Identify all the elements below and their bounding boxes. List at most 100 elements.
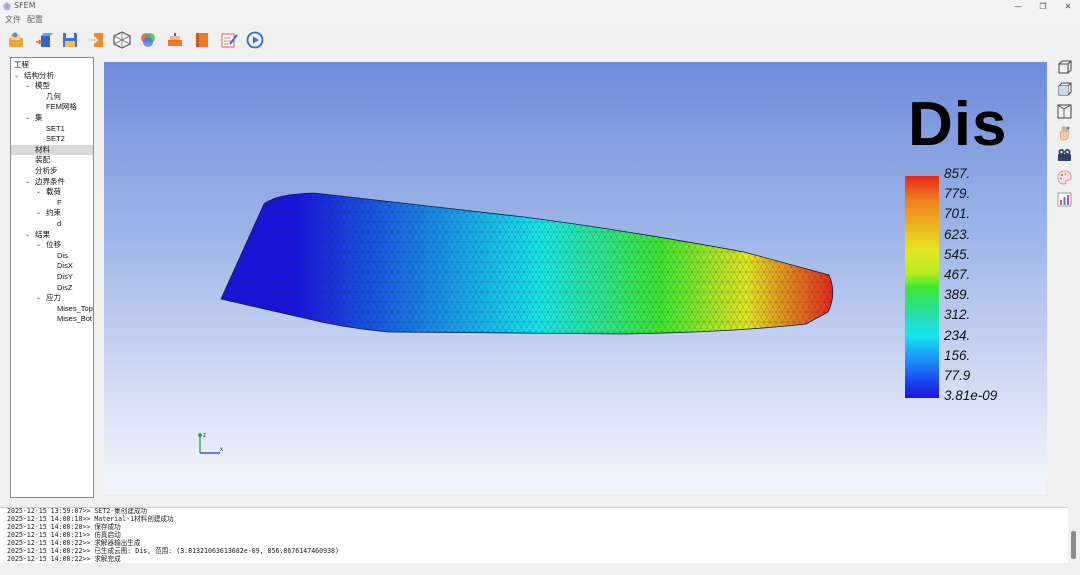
log-scroll-thumb[interactable] xyxy=(1071,531,1076,559)
tree-item[interactable]: DisZ xyxy=(11,283,93,293)
export-button[interactable] xyxy=(86,30,106,50)
view-front-cube-icon xyxy=(1058,60,1072,74)
edit-button[interactable] xyxy=(219,30,239,50)
tree-item[interactable]: SET1 xyxy=(11,124,93,134)
tree-item-label: 应力 xyxy=(46,293,61,303)
log-scrollbar[interactable] xyxy=(1068,507,1080,563)
status-bar xyxy=(0,563,1080,575)
log-line: 2025-12-15 14:00:22>> 求解器输出生成 xyxy=(7,539,141,547)
view-front-button[interactable] xyxy=(1056,59,1073,76)
tree-item[interactable]: ⌄ 结果 xyxy=(11,230,93,240)
mesh-wireframe-overlay xyxy=(221,193,833,334)
tree-item-label: 装配 xyxy=(35,155,50,165)
tree-item-label: d xyxy=(57,219,62,228)
save-icon xyxy=(63,33,77,47)
chart-button[interactable] xyxy=(1056,191,1073,208)
tree-item[interactable]: SET2 xyxy=(11,134,93,144)
view-iso-cube-icon xyxy=(1058,82,1072,96)
tree-item[interactable]: 分析步 xyxy=(11,166,93,176)
tree-expand-icon[interactable]: ⌄ xyxy=(25,113,30,123)
tree-item[interactable]: ⌄ 应力 xyxy=(11,293,93,303)
tree-expand-icon[interactable]: ⌄ xyxy=(36,240,41,250)
tree-item[interactable]: d xyxy=(11,219,93,229)
sets-button[interactable] xyxy=(138,30,158,50)
log-line: 2025-12-15 14:00:21>> 仿真启动 xyxy=(7,531,121,539)
camera-button[interactable] xyxy=(1056,147,1073,164)
app-logo-icon xyxy=(3,2,11,10)
model-tree[interactable]: 工程 ⌄ 结构分析 ⌄ 模型 几何 FEM网格 ⌄ 集 SET1 SET2 材料 装配 分析步 ⌄ 边界条件 ⌄… xyxy=(10,57,94,498)
legend-tick-label: 857. xyxy=(944,166,971,181)
material-button[interactable] xyxy=(165,30,185,50)
tree-item[interactable]: ⌄ 约束 xyxy=(11,208,93,218)
close-button[interactable]: ✕ xyxy=(1058,0,1078,13)
save-button[interactable] xyxy=(60,30,80,50)
menu-config[interactable]: 配置 xyxy=(27,14,43,25)
tree-expand-icon[interactable]: ⌄ xyxy=(25,177,30,187)
tree-item[interactable]: 几何 xyxy=(11,92,93,102)
log-console[interactable]: 2025-12-15 13:59:07>> SET2-集创建成功 2025-12-… xyxy=(0,507,1068,563)
tree-item-label: DisY xyxy=(57,272,73,281)
axis-z-label: z xyxy=(203,433,206,439)
view-iso-button[interactable] xyxy=(1056,81,1073,98)
tree-expand-icon[interactable]: ⌄ xyxy=(36,208,41,218)
tree-item-label: F xyxy=(57,197,62,207)
open-project-button[interactable] xyxy=(6,30,26,50)
tree-item-label: 模型 xyxy=(35,81,50,91)
log-line: 2025-12-15 14:00:20>> 保存成功 xyxy=(7,523,121,531)
tree-item[interactable]: ⌄ 模型 xyxy=(11,81,93,91)
tree-item[interactable]: 材料 xyxy=(11,144,93,155)
palette-icon xyxy=(1057,170,1072,185)
wireframe-button[interactable] xyxy=(1056,103,1073,120)
tree-item[interactable]: DisY xyxy=(11,272,93,282)
3d-viewport[interactable]: z x Dis 857. 779. 701. 623. 545. 467. 389. 312.… xyxy=(104,62,1047,494)
legend-tick-label: 779. xyxy=(944,186,971,202)
wireframe-cube-icon xyxy=(1057,104,1072,119)
tree-item-label: Mises_Top xyxy=(57,303,93,313)
tree-item-label: SET1 xyxy=(46,123,65,133)
assembly-button[interactable] xyxy=(192,30,212,50)
tree-item[interactable]: Mises_Top xyxy=(11,304,93,314)
tree-item[interactable]: F xyxy=(11,198,93,208)
legend-tick-label: 545. xyxy=(944,246,971,262)
menu-file[interactable]: 文件 xyxy=(5,14,21,25)
restore-button[interactable]: ❐ xyxy=(1033,0,1053,13)
tree-item-label: SET2 xyxy=(46,134,65,144)
tree-item[interactable]: Dis xyxy=(11,251,93,261)
export-icon xyxy=(88,33,103,47)
tree-item-label: DisZ xyxy=(57,282,73,292)
tree-item-label: 结构分析 xyxy=(24,70,54,80)
tree-item[interactable]: 装配 xyxy=(11,155,93,165)
mesh-button[interactable] xyxy=(112,30,132,50)
tree-item-label: 约束 xyxy=(46,208,61,218)
tree-item[interactable]: ⌄ 结构分析 xyxy=(11,71,93,81)
legend-tick-label: 623. xyxy=(944,226,971,242)
tree-expand-icon[interactable]: ⌄ xyxy=(25,81,30,91)
tree-item[interactable]: FEM网格 xyxy=(11,102,93,112)
tree-item-label: FEM网格 xyxy=(46,102,77,112)
tree-expand-icon[interactable]: ⌄ xyxy=(25,230,30,240)
tree-item[interactable]: Mises_Bot xyxy=(11,314,93,324)
axis-x-label: x xyxy=(220,447,223,453)
tree-item[interactable]: ⌄ 位移 xyxy=(11,240,93,250)
axis-triad: z x xyxy=(198,433,223,454)
tree-expand-icon[interactable]: ⌄ xyxy=(14,71,19,81)
tree-expand-icon[interactable]: ⌄ xyxy=(36,293,41,303)
tree-item[interactable]: ⌄ 集 xyxy=(11,113,93,123)
run-simulation-button[interactable] xyxy=(245,30,265,50)
tree-expand-icon[interactable]: ⌄ xyxy=(36,187,41,197)
legend-tick-label: 3.81e-09 xyxy=(944,388,998,404)
legend-tick-label: 467. xyxy=(944,267,971,282)
sets-venn-icon xyxy=(141,33,155,47)
tree-item[interactable]: ⌄ 载荷 xyxy=(11,187,93,197)
import-model-button[interactable] xyxy=(34,30,54,50)
pan-button[interactable] xyxy=(1056,125,1073,142)
tree-item[interactable]: 工程 xyxy=(11,60,93,70)
main-toolbar xyxy=(0,25,1080,55)
tree-item[interactable]: ⌄ 边界条件 xyxy=(11,177,93,187)
colormap-button[interactable] xyxy=(1056,169,1073,186)
legend-tick-label: 701. xyxy=(944,206,971,222)
tree-item[interactable]: DisX xyxy=(11,261,93,271)
tree-item-label: 集 xyxy=(35,113,43,122)
minimize-button[interactable]: — xyxy=(1008,0,1028,13)
edit-icon xyxy=(221,33,238,48)
